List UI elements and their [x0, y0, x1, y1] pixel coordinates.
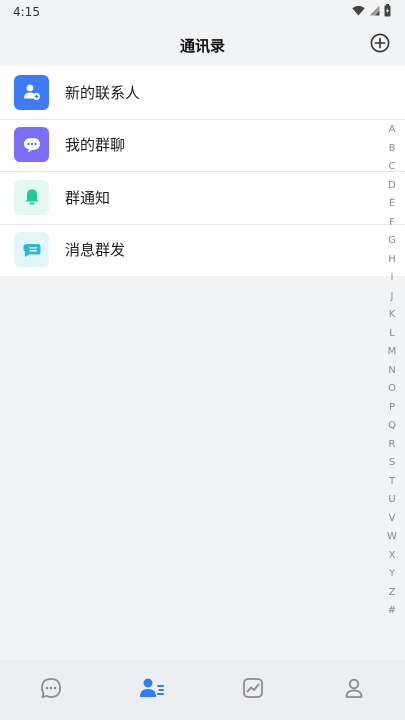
alphabet-index-letter[interactable]: T: [389, 473, 395, 492]
alphabet-index-letter[interactable]: J: [391, 288, 394, 307]
contacts-menu-list: 新的联系人 我的群聊 群通知 消息群发: [0, 66, 405, 276]
alphabet-index-letter[interactable]: L: [389, 325, 395, 344]
alphabet-index-letter[interactable]: R: [389, 436, 396, 455]
alphabet-index-letter[interactable]: P: [389, 399, 395, 418]
battery-icon: [384, 4, 391, 20]
bell-icon: [14, 179, 49, 215]
menu-item-group-chat[interactable]: 我的群聊: [0, 118, 405, 172]
alphabet-index-letter[interactable]: O: [388, 380, 396, 399]
tab-statistics[interactable]: [223, 660, 283, 720]
alphabet-index-letter[interactable]: E: [389, 195, 395, 214]
alphabet-index-letter[interactable]: B: [389, 140, 396, 159]
alphabet-index-letter[interactable]: Y: [389, 565, 395, 584]
menu-item-group-notice[interactable]: 群通知: [0, 171, 405, 224]
alphabet-index-letter[interactable]: Q: [388, 417, 396, 436]
alphabet-index-letter[interactable]: U: [388, 491, 395, 510]
alphabet-index-letter[interactable]: I: [391, 269, 394, 288]
status-icons: [352, 4, 391, 20]
add-contact-button[interactable]: [369, 33, 391, 57]
alphabet-index-letter[interactable]: Z: [389, 584, 396, 603]
header: 通讯录: [0, 24, 405, 66]
alphabet-index-letter[interactable]: H: [388, 251, 396, 270]
alphabet-index-letter[interactable]: V: [389, 510, 396, 529]
signal-icon: [369, 5, 380, 19]
alphabet-index-letter[interactable]: S: [389, 454, 395, 473]
page-title: 通讯录: [179, 36, 225, 55]
broadcast-message-icon: [14, 232, 49, 268]
bottom-tab-bar: [0, 660, 405, 720]
alphabet-index-letter[interactable]: D: [388, 177, 396, 196]
alphabet-index-letter[interactable]: W: [387, 528, 397, 547]
chat-bubble-icon: [39, 676, 63, 704]
tab-contacts[interactable]: [122, 660, 182, 720]
alphabet-index-letter[interactable]: C: [389, 158, 396, 177]
alphabet-index-letter[interactable]: M: [388, 343, 397, 362]
alphabet-index-letter[interactable]: X: [389, 547, 396, 566]
wifi-icon: [352, 5, 365, 19]
chart-icon: [241, 676, 265, 704]
status-time: 4:15: [13, 5, 40, 19]
tab-profile[interactable]: [324, 660, 384, 720]
status-bar: 4:15: [0, 0, 405, 24]
menu-item-label: 群通知: [65, 188, 111, 207]
menu-item-label: 我的群聊: [65, 136, 126, 155]
menu-item-new-contact[interactable]: 新的联系人: [0, 66, 405, 119]
alphabet-index-letter[interactable]: N: [388, 362, 395, 381]
menu-item-broadcast[interactable]: 消息群发: [0, 223, 405, 277]
new-contact-icon: [14, 74, 49, 110]
alphabet-index-letter[interactable]: G: [388, 232, 396, 251]
alphabet-index[interactable]: A B C D E F G H I J K L M N O P Q R S T U V W X Y Z #: [385, 121, 399, 621]
alphabet-index-letter[interactable]: F: [389, 214, 395, 233]
menu-item-label: 新的联系人: [65, 83, 141, 102]
menu-item-label: 消息群发: [65, 241, 126, 260]
profile-icon: [342, 676, 366, 704]
alphabet-index-letter[interactable]: #: [388, 602, 396, 621]
alphabet-index-letter[interactable]: A: [389, 121, 396, 140]
contacts-icon: [138, 676, 166, 704]
add-circle-icon: [370, 33, 390, 57]
group-chat-icon: [14, 127, 49, 163]
alphabet-index-letter[interactable]: K: [389, 306, 396, 325]
tab-messages[interactable]: [21, 660, 81, 720]
